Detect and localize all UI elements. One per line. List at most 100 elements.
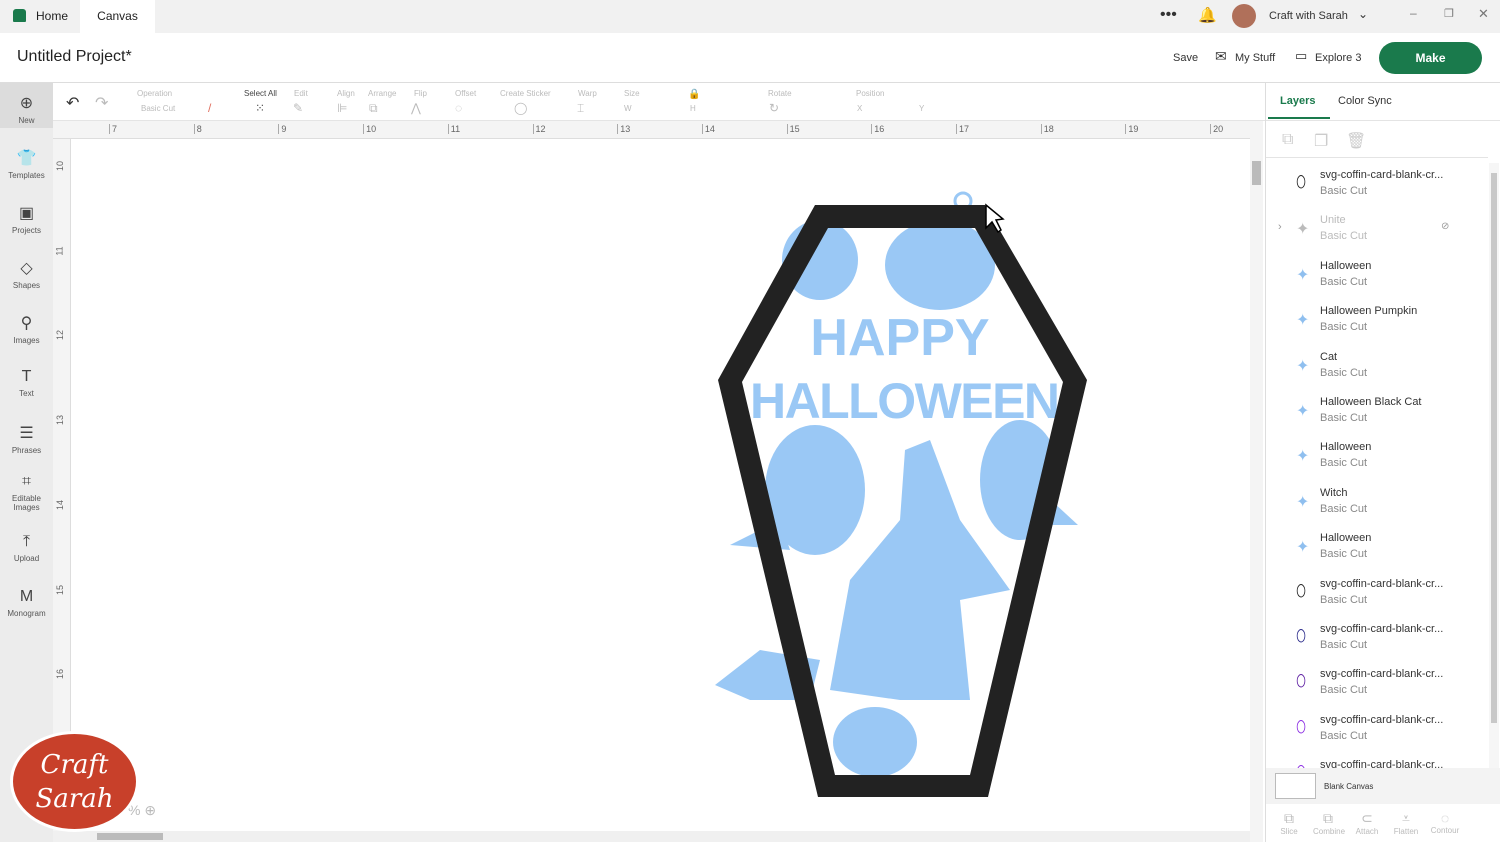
pen-color-icon[interactable]: /	[208, 101, 211, 115]
layer-item[interactable]: ⬯ svg-coffin-card-blank-cr... Basic Cut	[1266, 663, 1488, 708]
layer-item[interactable]: ✦ Halloween Pumpkin Basic Cut	[1266, 300, 1488, 345]
warp-icon[interactable]: ⌶	[577, 101, 584, 116]
layer-item[interactable]: ✦ Cat Basic Cut	[1266, 346, 1488, 391]
duplicate-icon[interactable]: ❐	[1314, 131, 1328, 151]
delete-icon[interactable]: 🗑	[1346, 131, 1366, 151]
sidebar-label: Editable Images	[12, 494, 41, 512]
ruler-label: 16	[55, 669, 66, 680]
height-field[interactable]: H	[690, 104, 696, 113]
blank-canvas-swatch[interactable]	[1275, 773, 1316, 799]
text-icon: T	[21, 368, 32, 385]
combine-button[interactable]: ⧉ Combine	[1313, 810, 1345, 836]
layers-scrollbar[interactable]	[1489, 163, 1499, 768]
layer-thumbnail-icon: ⬯	[1296, 673, 1307, 691]
layer-item[interactable]: ✦ Witch Basic Cut	[1266, 482, 1488, 527]
arrange-icon[interactable]: ⧉	[369, 101, 378, 116]
ruler-label: 14	[701, 124, 715, 134]
sidebar-item-images[interactable]: ⚲ Images	[0, 313, 53, 345]
ruler-label: 12	[55, 330, 66, 341]
flatten-button[interactable]: ⩡ Flatten	[1391, 810, 1421, 836]
layer-item[interactable]: ⬯ svg-coffin-card-blank-cr... Basic Cut	[1266, 618, 1488, 663]
group-icon[interactable]: ⧉	[1282, 131, 1293, 149]
sidebar-item-editable-images[interactable]: ⌗ Editable Images	[0, 473, 53, 512]
layer-item[interactable]: ⬯ svg-coffin-card-blank-cr... Basic Cut	[1266, 709, 1488, 754]
sidebar-item-monogram[interactable]: M Monogram	[0, 588, 53, 618]
layer-item[interactable]: ✦ Halloween Basic Cut	[1266, 436, 1488, 481]
layer-thumbnail-icon: ✦	[1296, 266, 1310, 284]
flip-icon[interactable]: ⋀	[411, 101, 421, 115]
bell-icon[interactable]: 🔔	[1198, 6, 1217, 24]
slice-icon: ⧉	[1284, 810, 1294, 826]
pumpkin-shape[interactable]	[833, 707, 917, 777]
offset-icon[interactable]: ◌	[455, 101, 462, 115]
craft-with-sarah-logo: Craft Sarah	[10, 731, 139, 832]
close-icon[interactable]: ✕	[1478, 6, 1489, 22]
sticker-icon[interactable]: ◯	[514, 101, 527, 115]
minimize-icon[interactable]: –	[1410, 6, 1417, 20]
happy-text[interactable]: HAPPY	[810, 309, 989, 367]
y-field[interactable]: Y	[919, 104, 924, 113]
align-icon[interactable]: ⊫	[337, 101, 347, 115]
sidebar-item-shapes[interactable]: ◇ Shapes	[0, 258, 53, 290]
size-label: Size	[624, 89, 640, 98]
flatten-label: Flatten	[1393, 827, 1419, 836]
chevron-down-icon[interactable]: ⌄	[1358, 7, 1368, 21]
x-field[interactable]: X	[857, 104, 862, 113]
design-canvas[interactable]: HAPPY HALLOWEEN	[71, 139, 1250, 831]
user-menu[interactable]: Craft with Sarah	[1269, 10, 1348, 22]
vertical-scrollbar[interactable]	[1250, 121, 1263, 842]
operation-select[interactable]: Basic Cut	[141, 104, 201, 113]
maximize-icon[interactable]: ❐	[1444, 7, 1454, 20]
tab-home[interactable]: Home	[36, 0, 68, 33]
avatar[interactable]	[1232, 4, 1256, 28]
sidebar-item-text[interactable]: T Text	[0, 368, 53, 398]
sidebar-item-phrases[interactable]: ☰ Phrases	[0, 423, 53, 455]
make-button[interactable]: Make	[1379, 42, 1482, 74]
redo-icon[interactable]: ↷	[95, 93, 108, 113]
horizontal-scrollbar[interactable]	[53, 831, 1250, 842]
ruler-label: 14	[55, 499, 66, 510]
rotate-icon[interactable]: ↻	[769, 101, 779, 115]
layer-operation: Basic Cut	[1320, 321, 1368, 334]
blank-canvas-row[interactable]: Blank Canvas	[1266, 768, 1500, 804]
attach-button[interactable]: ⊂ Attach	[1352, 810, 1382, 836]
ruler-label: 7	[109, 124, 117, 134]
project-title[interactable]: Untitled Project*	[17, 48, 132, 66]
layer-name: svg-coffin-card-blank-cr...	[1320, 668, 1444, 681]
machine-selector[interactable]: Explore 3	[1315, 52, 1361, 64]
edit-icon[interactable]: ✎	[293, 101, 303, 115]
hidden-eye-icon[interactable]: ⊘	[1441, 221, 1449, 232]
sidebar-item-upload[interactable]: ⤒ Upload	[0, 533, 53, 563]
select-all-button[interactable]: Select All	[244, 89, 277, 98]
layer-item[interactable]: ✦ Halloween Black Cat Basic Cut	[1266, 391, 1488, 436]
select-all-icon[interactable]: ⁙	[255, 101, 265, 115]
sidebar-label: Monogram	[7, 609, 46, 618]
layers-panel: Layers Color Sync ⧉ ❐ 🗑 ⬯ svg-coffin-card…	[1265, 83, 1500, 842]
sidebar-item-templates[interactable]: 👕 Templates	[0, 148, 53, 180]
sidebar-label: Projects	[12, 226, 41, 235]
ruler-label: 18	[1040, 124, 1054, 134]
save-button[interactable]: Save	[1173, 52, 1198, 64]
more-icon[interactable]: •••	[1160, 6, 1177, 24]
layer-item[interactable]: ✦ Halloween Basic Cut	[1266, 255, 1488, 300]
sidebar-item-projects[interactable]: ▣ Projects	[0, 203, 53, 235]
tab-layers[interactable]: Layers	[1280, 95, 1315, 107]
layer-item[interactable]: ⬯svg-coffin-card-blank-cr...	[1266, 754, 1488, 768]
zoom-in-icon[interactable]: ⊕	[144, 802, 156, 818]
halloween-text[interactable]: HALLOWEEN	[750, 373, 1060, 429]
sidebar-item-new[interactable]: ⊕ New	[0, 83, 53, 128]
layer-item[interactable]: ⬯ svg-coffin-card-blank-cr... Basic Cut	[1266, 573, 1488, 618]
layer-item[interactable]: › ⊘ ✦ Unite Basic Cut	[1266, 209, 1488, 254]
lock-icon[interactable]: 🔒	[688, 89, 700, 100]
canvas-zoom-control[interactable]: % ⊕	[128, 802, 156, 819]
slice-button[interactable]: ⧉ Slice	[1274, 810, 1304, 836]
my-stuff-button[interactable]: My Stuff	[1235, 52, 1275, 64]
layer-item[interactable]: ✦ Halloween Basic Cut	[1266, 527, 1488, 572]
tab-color-sync[interactable]: Color Sync	[1338, 95, 1392, 107]
tab-canvas[interactable]: Canvas	[80, 0, 155, 33]
contour-button[interactable]: ◌ Contour	[1430, 810, 1460, 835]
expand-chevron-icon[interactable]: ›	[1278, 221, 1282, 233]
layer-item[interactable]: ⬯ svg-coffin-card-blank-cr... Basic Cut	[1266, 164, 1488, 209]
width-field[interactable]: W	[624, 104, 632, 113]
undo-icon[interactable]: ↶	[66, 93, 79, 113]
